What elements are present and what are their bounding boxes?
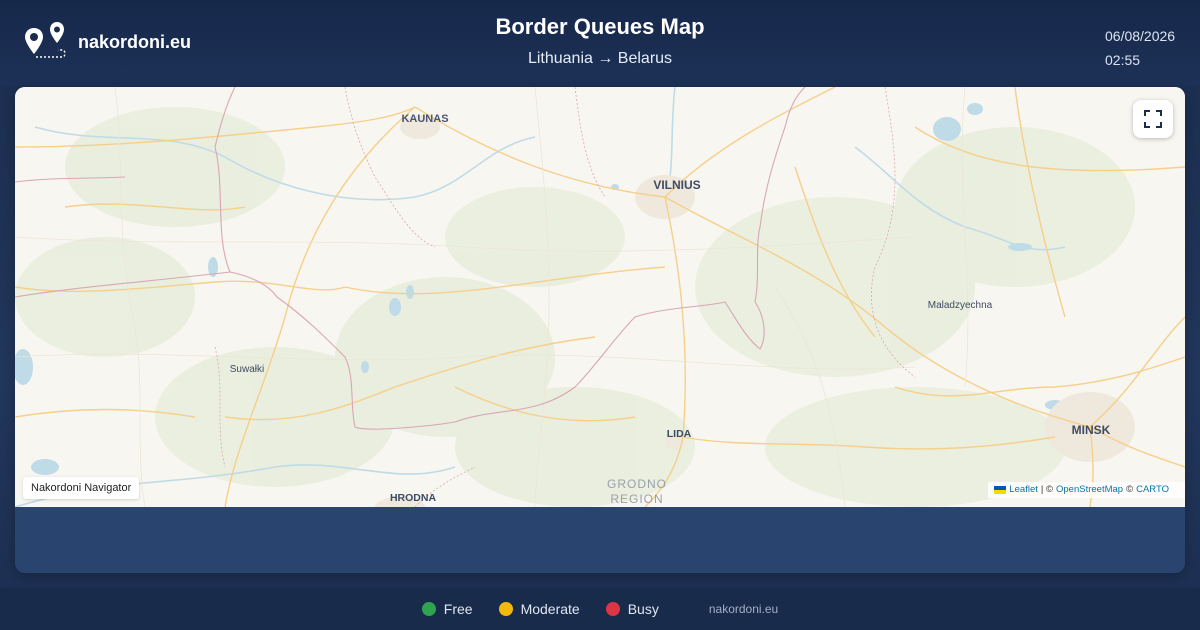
legend-label-busy: Busy — [627, 601, 659, 617]
footer-site-link[interactable]: nakordoni.eu — [709, 602, 778, 616]
map-label-minsk: MINSK — [1072, 423, 1111, 437]
time-text: 02:55 — [1105, 52, 1141, 68]
legend-item-moderate: Moderate — [498, 601, 580, 617]
legend-label-moderate: Moderate — [520, 601, 580, 617]
map-label-kaunas: KAUNAS — [401, 113, 448, 125]
attribution-separator: | © — [1040, 484, 1053, 495]
fullscreen-icon — [1144, 110, 1162, 128]
footer-legend: Free Moderate Busy nakordoni.eu — [0, 588, 1200, 630]
map-label-lida: LIDA — [667, 428, 692, 440]
page-title: Border Queues Map — [495, 14, 705, 39]
map-view[interactable]: KAUNAS VILNIUS Maladzyechna Suwałki LIDA… — [15, 87, 1185, 507]
carto-link[interactable]: CARTO — [1136, 482, 1169, 498]
datetime: 06/08/2026 02:55 — [1105, 24, 1175, 72]
map-tiles: KAUNAS VILNIUS Maladzyechna Suwałki LIDA… — [15, 87, 1185, 507]
osm-link[interactable]: OpenStreetMap — [1056, 482, 1123, 498]
legend-item-busy: Busy — [605, 601, 659, 617]
navigator-badge: Nakordoni Navigator — [23, 477, 140, 499]
attribution-separator-2: © — [1126, 484, 1134, 495]
map-card: KAUNAS VILNIUS Maladzyechna Suwałki LIDA… — [15, 87, 1185, 573]
legend-item-free: Free — [421, 601, 473, 617]
legend-label-free: Free — [443, 601, 473, 617]
map-label-hrodna: HRODNA — [390, 492, 436, 504]
header: nakordoni.eu Border Queues Map Lithuania… — [0, 0, 1200, 86]
leaflet-link[interactable]: Leaflet — [1009, 482, 1038, 498]
map-label-grodno-region: GRODNO — [607, 477, 667, 491]
title-block: Border Queues Map Lithuania → Belarus — [0, 14, 1200, 68]
map-label-suwalki: Suwałki — [230, 364, 264, 375]
map-label-vilnius: VILNIUS — [653, 178, 700, 192]
map-label-maladzyechna: Maladzyechna — [928, 300, 993, 311]
date-text: 06/08/2026 — [1105, 28, 1176, 44]
ukraine-flag-icon — [994, 486, 1007, 494]
fullscreen-button[interactable] — [1133, 100, 1173, 138]
map-attribution: Leaflet | © OpenStreetMap © CARTO — [988, 482, 1185, 498]
status-dot-moderate — [498, 602, 513, 616]
map-label-grodno-region-2: REGION — [610, 492, 663, 506]
status-dot-busy — [605, 602, 620, 616]
route-subtitle: Lithuania → Belarus — [527, 50, 673, 67]
status-dot-free — [421, 602, 436, 616]
